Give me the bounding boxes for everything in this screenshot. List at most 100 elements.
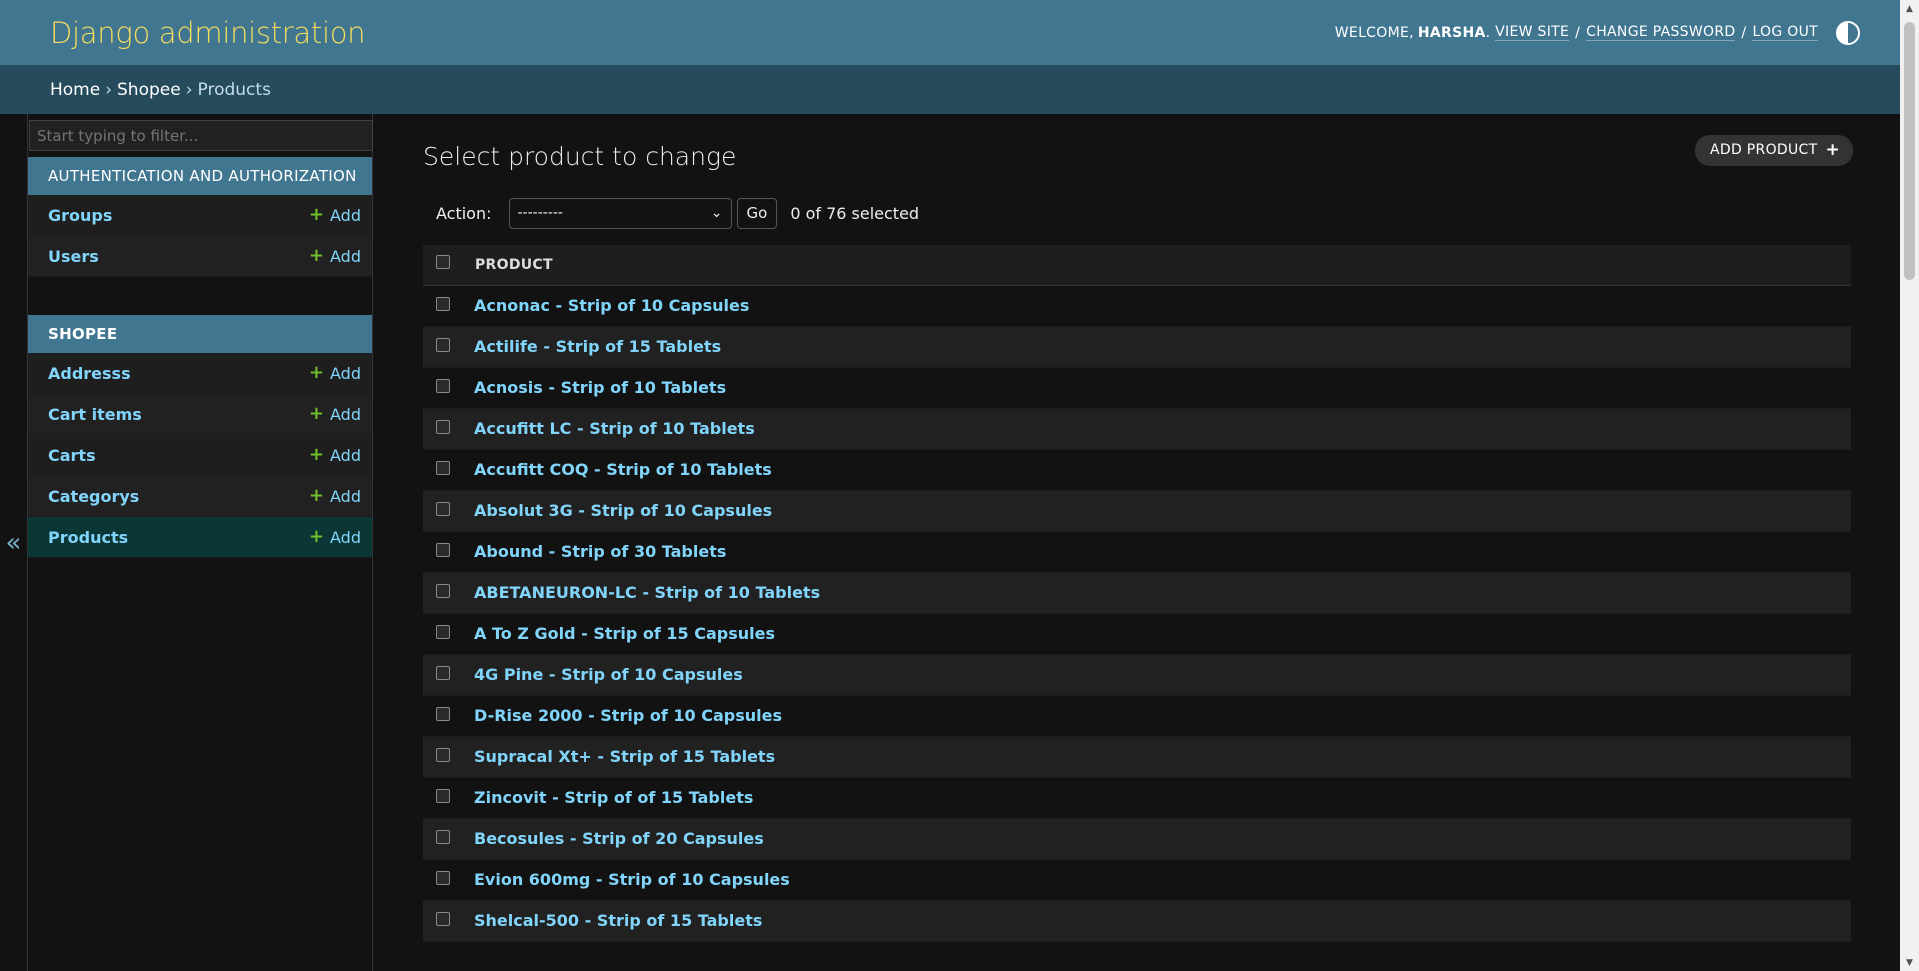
add-users-link[interactable]: + Add xyxy=(309,247,361,266)
module-caption-shopee[interactable]: SHOPEE xyxy=(28,315,372,353)
collapse-sidebar-icon[interactable]: « xyxy=(0,114,28,971)
welcome-text: WELCOME, xyxy=(1334,24,1414,41)
row-checkbox[interactable] xyxy=(436,911,450,926)
scroll-up-icon[interactable]: ▲ xyxy=(1900,0,1919,17)
sidebar-item-groups: Groups + Add xyxy=(28,195,372,236)
product-link[interactable]: 4G Pine - Strip of 10 Capsules xyxy=(474,665,743,684)
table-row: ABETANEURON-LC - Strip of 10 Tablets xyxy=(423,572,1851,614)
table-row: D-Rise 2000 - Strip of 10 Capsules xyxy=(423,695,1851,737)
username: HARSHA xyxy=(1417,24,1486,41)
view-site-link[interactable]: VIEW SITE xyxy=(1495,24,1570,41)
breadcrumb-home[interactable]: Home xyxy=(50,80,100,100)
table-row: Acnonac - Strip of 10 Capsules xyxy=(423,285,1851,327)
result-table: PRODUCT Acnonac - Strip of 10 Capsules Ac… xyxy=(423,245,1851,942)
products-link[interactable]: Products xyxy=(48,528,128,547)
row-checkbox[interactable] xyxy=(436,624,450,639)
change-password-link[interactable]: CHANGE PASSWORD xyxy=(1586,24,1736,41)
product-link[interactable]: ABETANEURON-LC - Strip of 10 Tablets xyxy=(474,583,820,602)
table-row: 4G Pine - Strip of 10 Capsules xyxy=(423,654,1851,696)
breadcrumb: Home › Shopee › Products xyxy=(0,65,1900,114)
table-row: Accufitt COQ - Strip of 10 Tablets xyxy=(423,449,1851,491)
log-out-link[interactable]: LOG OUT xyxy=(1752,24,1818,41)
theme-toggle-icon[interactable] xyxy=(1836,20,1860,45)
module-shopee: Addresss + Add Cart items + Add Carts + Add… xyxy=(28,353,372,558)
product-link[interactable]: A To Z Gold - Strip of 15 Capsules xyxy=(474,624,775,643)
scrollbar-thumb[interactable] xyxy=(1904,22,1915,280)
chevron-down-icon: ⌄ xyxy=(710,205,723,221)
row-checkbox[interactable] xyxy=(436,870,450,885)
plus-icon: + xyxy=(308,245,325,266)
plus-icon: + xyxy=(308,204,325,225)
table-row: Evion 600mg - Strip of 10 Capsules xyxy=(423,859,1851,901)
row-checkbox[interactable] xyxy=(436,337,450,352)
scroll-down-icon[interactable]: ▼ xyxy=(1900,954,1919,971)
row-checkbox[interactable] xyxy=(436,583,450,598)
row-checkbox[interactable] xyxy=(436,460,450,475)
sidebar-item-products: Products + Add xyxy=(28,517,372,558)
groups-link[interactable]: Groups xyxy=(48,206,112,225)
sidebar-item-users: Users + Add xyxy=(28,236,372,277)
page-scrollbar[interactable]: ▲ ▼ xyxy=(1900,0,1919,971)
row-checkbox[interactable] xyxy=(436,829,450,844)
add-groups-link[interactable]: + Add xyxy=(309,206,361,225)
product-link[interactable]: Evion 600mg - Strip of 10 Capsules xyxy=(474,870,790,889)
row-checkbox[interactable] xyxy=(436,788,450,803)
breadcrumb-products: Products xyxy=(197,79,271,100)
table-row: A To Z Gold - Strip of 15 Capsules xyxy=(423,613,1851,655)
row-checkbox[interactable] xyxy=(436,296,450,311)
product-link[interactable]: Accufitt COQ - Strip of 10 Tablets xyxy=(474,460,772,479)
action-label: Action: xyxy=(436,203,492,223)
module-caption-auth[interactable]: AUTHENTICATION AND AUTHORIZATION xyxy=(28,157,372,195)
user-tools: WELCOME, HARSHA. VIEW SITE / CHANGE PASS… xyxy=(1334,20,1860,45)
users-link[interactable]: Users xyxy=(48,247,99,266)
addresss-link[interactable]: Addresss xyxy=(48,364,131,383)
product-link[interactable]: Acnonac - Strip of 10 Capsules xyxy=(474,296,749,315)
row-checkbox[interactable] xyxy=(436,501,450,516)
product-link[interactable]: Accufitt LC - Strip of 10 Tablets xyxy=(474,419,755,438)
table-row: Shelcal-500 - Strip of 15 Tablets xyxy=(423,900,1851,942)
nav-filter-input[interactable] xyxy=(29,120,373,151)
action-select[interactable]: --------- ⌄ xyxy=(508,197,732,229)
actions-bar: Action: --------- ⌄ Go 0 of 76 selected xyxy=(423,191,1853,235)
table-row: Zincovit - Strip of of 15 Tablets xyxy=(423,777,1851,819)
product-link[interactable]: Shelcal-500 - Strip of 15 Tablets xyxy=(474,911,762,930)
add-addresss-link[interactable]: + Add xyxy=(309,364,361,383)
page-title: Select product to change xyxy=(423,142,737,171)
column-header-product[interactable]: PRODUCT xyxy=(474,245,1851,286)
breadcrumb-shopee[interactable]: Shopee xyxy=(117,80,181,100)
product-link[interactable]: Becosules - Strip of 20 Capsules xyxy=(474,829,764,848)
sidebar-item-cart-items: Cart items + Add xyxy=(28,394,372,435)
add-carts-link[interactable]: + Add xyxy=(309,446,361,465)
product-link[interactable]: Abound - Strip of 30 Tablets xyxy=(474,542,726,561)
row-checkbox[interactable] xyxy=(436,747,450,762)
categorys-link[interactable]: Categorys xyxy=(48,487,139,506)
product-link[interactable]: Zincovit - Strip of of 15 Tablets xyxy=(474,788,753,807)
row-checkbox[interactable] xyxy=(436,419,450,434)
header: Django administration WELCOME, HARSHA. V… xyxy=(0,0,1900,65)
select-all-checkbox[interactable] xyxy=(436,254,450,269)
product-link[interactable]: Acnosis - Strip of 10 Tablets xyxy=(474,378,726,397)
plus-icon: + xyxy=(308,444,325,465)
row-checkbox[interactable] xyxy=(436,542,450,557)
product-link[interactable]: Actilife - Strip of 15 Tablets xyxy=(474,337,721,356)
sidebar-item-carts: Carts + Add xyxy=(28,435,372,476)
plus-icon: + xyxy=(308,362,325,383)
add-categorys-link[interactable]: + Add xyxy=(309,487,361,506)
product-link[interactable]: D-Rise 2000 - Strip of 10 Capsules xyxy=(474,706,782,725)
product-link[interactable]: Absolut 3G - Strip of 10 Capsules xyxy=(474,501,772,520)
row-checkbox[interactable] xyxy=(436,665,450,680)
row-checkbox[interactable] xyxy=(436,378,450,393)
main-content: Select product to change ADD PRODUCT + A… xyxy=(423,114,1853,942)
site-branding[interactable]: Django administration xyxy=(50,16,366,50)
add-products-link[interactable]: + Add xyxy=(309,528,361,547)
cart-items-link[interactable]: Cart items xyxy=(48,405,142,424)
go-button[interactable]: Go xyxy=(736,197,778,229)
carts-link[interactable]: Carts xyxy=(48,446,96,465)
product-link[interactable]: Supracal Xt+ - Strip of 15 Tablets xyxy=(474,747,775,766)
add-product-button[interactable]: ADD PRODUCT + xyxy=(1695,134,1853,166)
add-cart-items-link[interactable]: + Add xyxy=(309,405,361,424)
sidebar: AUTHENTICATION AND AUTHORIZATION Groups … xyxy=(28,114,373,971)
row-checkbox[interactable] xyxy=(436,706,450,721)
plus-icon: + xyxy=(1825,139,1840,160)
table-row: Acnosis - Strip of 10 Tablets xyxy=(423,367,1851,409)
